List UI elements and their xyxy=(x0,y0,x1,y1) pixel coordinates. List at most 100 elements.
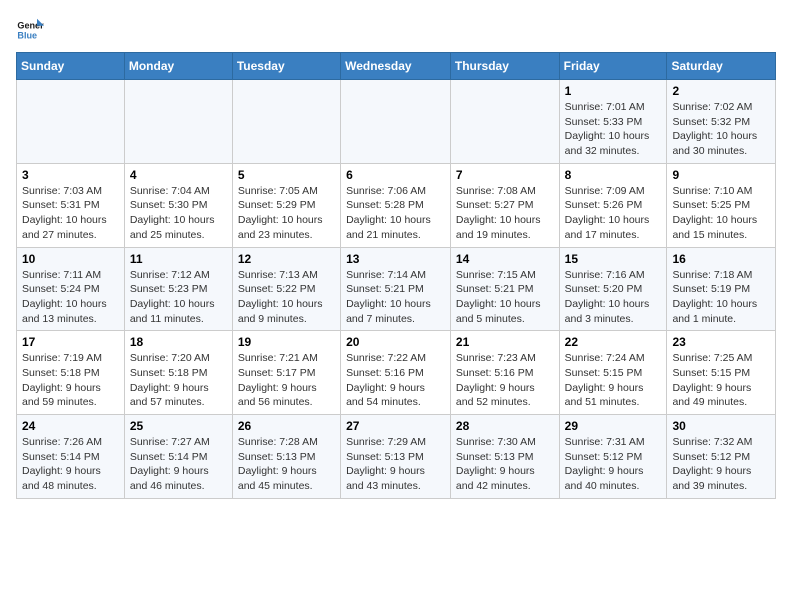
calendar-cell: 20 Sunrise: 7:22 AM Sunset: 5:16 PM Dayli… xyxy=(341,331,451,415)
day-info: Sunrise: 7:23 AM Sunset: 5:16 PM Dayligh… xyxy=(456,351,554,410)
day-number: 1 xyxy=(565,84,662,98)
calendar-cell: 26 Sunrise: 7:28 AM Sunset: 5:13 PM Dayli… xyxy=(232,415,340,499)
day-info: Sunrise: 7:08 AM Sunset: 5:27 PM Dayligh… xyxy=(456,184,554,243)
day-number: 17 xyxy=(22,335,119,349)
weekday-header-sunday: Sunday xyxy=(17,53,125,80)
day-info: Sunrise: 7:15 AM Sunset: 5:21 PM Dayligh… xyxy=(456,268,554,327)
calendar-cell: 23 Sunrise: 7:25 AM Sunset: 5:15 PM Dayli… xyxy=(667,331,776,415)
calendar-cell: 14 Sunrise: 7:15 AM Sunset: 5:21 PM Dayli… xyxy=(450,247,559,331)
day-info: Sunrise: 7:16 AM Sunset: 5:20 PM Dayligh… xyxy=(565,268,662,327)
calendar-week-2: 3 Sunrise: 7:03 AM Sunset: 5:31 PM Daylig… xyxy=(17,163,776,247)
calendar-cell: 1 Sunrise: 7:01 AM Sunset: 5:33 PM Daylig… xyxy=(559,80,667,164)
day-info: Sunrise: 7:25 AM Sunset: 5:15 PM Dayligh… xyxy=(672,351,770,410)
calendar-cell: 17 Sunrise: 7:19 AM Sunset: 5:18 PM Dayli… xyxy=(17,331,125,415)
day-number: 14 xyxy=(456,252,554,266)
weekday-header-friday: Friday xyxy=(559,53,667,80)
day-info: Sunrise: 7:32 AM Sunset: 5:12 PM Dayligh… xyxy=(672,435,770,494)
day-info: Sunrise: 7:05 AM Sunset: 5:29 PM Dayligh… xyxy=(238,184,335,243)
calendar-cell xyxy=(341,80,451,164)
calendar-table: SundayMondayTuesdayWednesdayThursdayFrid… xyxy=(16,52,776,499)
day-info: Sunrise: 7:10 AM Sunset: 5:25 PM Dayligh… xyxy=(672,184,770,243)
calendar-cell: 25Sunrise: 7:27 AM Sunset: 5:14 PM Dayli… xyxy=(124,415,232,499)
calendar-cell: 28 Sunrise: 7:30 AM Sunset: 5:13 PM Dayli… xyxy=(450,415,559,499)
calendar-week-1: 1 Sunrise: 7:01 AM Sunset: 5:33 PM Daylig… xyxy=(17,80,776,164)
day-number: 6 xyxy=(346,168,445,182)
logo: General Blue xyxy=(16,16,44,44)
weekday-header-wednesday: Wednesday xyxy=(341,53,451,80)
weekday-header-monday: Monday xyxy=(124,53,232,80)
day-info: Sunrise: 7:19 AM Sunset: 5:18 PM Dayligh… xyxy=(22,351,119,410)
day-number: 23 xyxy=(672,335,770,349)
day-number: 26 xyxy=(238,419,335,433)
day-number: 15 xyxy=(565,252,662,266)
day-number: 2 xyxy=(672,84,770,98)
calendar-week-5: 24 Sunrise: 7:26 AM Sunset: 5:14 PM Dayli… xyxy=(17,415,776,499)
calendar-cell: 15 Sunrise: 7:16 AM Sunset: 5:20 PM Dayli… xyxy=(559,247,667,331)
calendar-cell: 8Sunrise: 7:09 AM Sunset: 5:26 PM Daylig… xyxy=(559,163,667,247)
day-info: Sunrise: 7:21 AM Sunset: 5:17 PM Dayligh… xyxy=(238,351,335,410)
day-info: Sunrise: 7:28 AM Sunset: 5:13 PM Dayligh… xyxy=(238,435,335,494)
day-info: Sunrise: 7:06 AM Sunset: 5:28 PM Dayligh… xyxy=(346,184,445,243)
weekday-header-thursday: Thursday xyxy=(450,53,559,80)
calendar-cell xyxy=(232,80,340,164)
day-number: 19 xyxy=(238,335,335,349)
day-info: Sunrise: 7:24 AM Sunset: 5:15 PM Dayligh… xyxy=(565,351,662,410)
day-number: 11 xyxy=(130,252,227,266)
logo-icon: General Blue xyxy=(16,16,44,44)
day-info: Sunrise: 7:03 AM Sunset: 5:31 PM Dayligh… xyxy=(22,184,119,243)
day-info: Sunrise: 7:26 AM Sunset: 5:14 PM Dayligh… xyxy=(22,435,119,494)
calendar-cell: 16Sunrise: 7:18 AM Sunset: 5:19 PM Dayli… xyxy=(667,247,776,331)
calendar-cell: 27Sunrise: 7:29 AM Sunset: 5:13 PM Dayli… xyxy=(341,415,451,499)
calendar-cell: 6 Sunrise: 7:06 AM Sunset: 5:28 PM Daylig… xyxy=(341,163,451,247)
calendar-cell: 2 Sunrise: 7:02 AM Sunset: 5:32 PM Daylig… xyxy=(667,80,776,164)
calendar-week-4: 17 Sunrise: 7:19 AM Sunset: 5:18 PM Dayli… xyxy=(17,331,776,415)
day-number: 25 xyxy=(130,419,227,433)
day-number: 13 xyxy=(346,252,445,266)
calendar-cell: 18Sunrise: 7:20 AM Sunset: 5:18 PM Dayli… xyxy=(124,331,232,415)
calendar-cell: 11 Sunrise: 7:12 AM Sunset: 5:23 PM Dayli… xyxy=(124,247,232,331)
day-number: 4 xyxy=(130,168,227,182)
day-info: Sunrise: 7:18 AM Sunset: 5:19 PM Dayligh… xyxy=(672,268,770,327)
day-number: 9 xyxy=(672,168,770,182)
svg-text:Blue: Blue xyxy=(17,30,37,40)
day-info: Sunrise: 7:12 AM Sunset: 5:23 PM Dayligh… xyxy=(130,268,227,327)
calendar-cell xyxy=(17,80,125,164)
calendar-cell xyxy=(124,80,232,164)
calendar-cell: 10 Sunrise: 7:11 AM Sunset: 5:24 PM Dayli… xyxy=(17,247,125,331)
day-info: Sunrise: 7:01 AM Sunset: 5:33 PM Dayligh… xyxy=(565,100,662,159)
day-info: Sunrise: 7:22 AM Sunset: 5:16 PM Dayligh… xyxy=(346,351,445,410)
calendar-cell: 9 Sunrise: 7:10 AM Sunset: 5:25 PM Daylig… xyxy=(667,163,776,247)
day-info: Sunrise: 7:20 AM Sunset: 5:18 PM Dayligh… xyxy=(130,351,227,410)
calendar-cell: 12Sunrise: 7:13 AM Sunset: 5:22 PM Dayli… xyxy=(232,247,340,331)
day-number: 22 xyxy=(565,335,662,349)
day-info: Sunrise: 7:09 AM Sunset: 5:26 PM Dayligh… xyxy=(565,184,662,243)
weekday-header-saturday: Saturday xyxy=(667,53,776,80)
day-info: Sunrise: 7:04 AM Sunset: 5:30 PM Dayligh… xyxy=(130,184,227,243)
calendar-cell: 13Sunrise: 7:14 AM Sunset: 5:21 PM Dayli… xyxy=(341,247,451,331)
day-info: Sunrise: 7:30 AM Sunset: 5:13 PM Dayligh… xyxy=(456,435,554,494)
day-number: 24 xyxy=(22,419,119,433)
day-info: Sunrise: 7:31 AM Sunset: 5:12 PM Dayligh… xyxy=(565,435,662,494)
calendar-body: 1 Sunrise: 7:01 AM Sunset: 5:33 PM Daylig… xyxy=(17,80,776,499)
day-number: 10 xyxy=(22,252,119,266)
calendar-cell: 19 Sunrise: 7:21 AM Sunset: 5:17 PM Dayli… xyxy=(232,331,340,415)
calendar-cell: 21 Sunrise: 7:23 AM Sunset: 5:16 PM Dayli… xyxy=(450,331,559,415)
day-number: 28 xyxy=(456,419,554,433)
day-number: 21 xyxy=(456,335,554,349)
weekday-header-row: SundayMondayTuesdayWednesdayThursdayFrid… xyxy=(17,53,776,80)
day-number: 29 xyxy=(565,419,662,433)
calendar-cell: 22 Sunrise: 7:24 AM Sunset: 5:15 PM Dayli… xyxy=(559,331,667,415)
weekday-header-tuesday: Tuesday xyxy=(232,53,340,80)
day-number: 27 xyxy=(346,419,445,433)
day-number: 3 xyxy=(22,168,119,182)
day-number: 20 xyxy=(346,335,445,349)
day-info: Sunrise: 7:02 AM Sunset: 5:32 PM Dayligh… xyxy=(672,100,770,159)
day-number: 7 xyxy=(456,168,554,182)
day-number: 12 xyxy=(238,252,335,266)
calendar-cell xyxy=(450,80,559,164)
calendar-cell: 7 Sunrise: 7:08 AM Sunset: 5:27 PM Daylig… xyxy=(450,163,559,247)
day-number: 5 xyxy=(238,168,335,182)
calendar-cell: 3 Sunrise: 7:03 AM Sunset: 5:31 PM Daylig… xyxy=(17,163,125,247)
day-info: Sunrise: 7:11 AM Sunset: 5:24 PM Dayligh… xyxy=(22,268,119,327)
calendar-cell: 5 Sunrise: 7:05 AM Sunset: 5:29 PM Daylig… xyxy=(232,163,340,247)
